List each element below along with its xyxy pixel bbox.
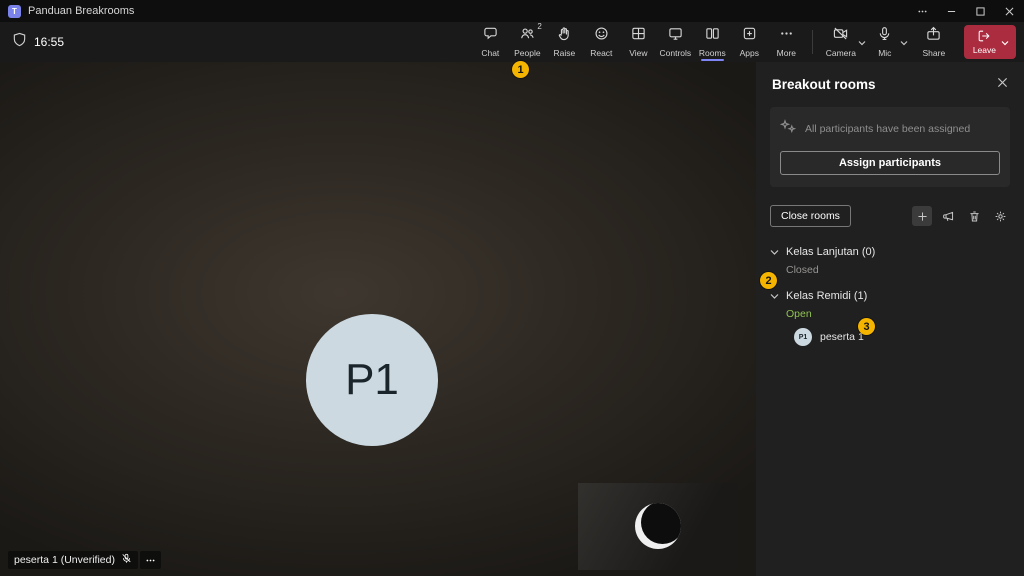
toolbar-chat-button[interactable]: Chat [472,22,509,62]
chat-label: Chat [481,48,500,59]
rooms-label: Rooms [698,48,726,59]
apps-label: Apps [739,48,760,59]
participant-mini-avatar: P1 [794,328,812,346]
view-grid-icon [631,26,646,46]
leave-icon [979,30,990,42]
minimize-button[interactable] [937,0,966,22]
window-title: Panduan Breakrooms [28,5,135,17]
meeting-stage: P1 peserta 1 (Unverified) [0,62,756,576]
breakout-rooms-panel: Breakout rooms All participants have bee… [756,62,1024,576]
add-room-icon[interactable] [912,206,932,226]
mic-label: Mic [878,48,892,59]
annotation-badge-1: 1 [512,61,529,78]
panel-title: Breakout rooms [772,76,876,92]
announcement-icon[interactable] [938,206,958,226]
close-button[interactable] [995,0,1024,22]
people-label: People [514,48,541,59]
maximize-button[interactable] [966,0,995,22]
room-name: Kelas Lanjutan (0) [786,246,876,258]
toolbar-divider [811,30,813,54]
share-screen-icon [926,26,941,46]
toolbar-share-button[interactable]: Share [914,22,954,62]
participant-nameplate: peserta 1 (Unverified) [8,551,161,569]
teams-meeting-window: T Panduan Breakrooms 16:55 Chat 2 People… [0,0,1024,576]
nameplate-label: peserta 1 (Unverified) [14,554,115,566]
participant-avatar: P1 [306,314,438,446]
settings-gear-icon[interactable] [990,206,1010,226]
more-ellipsis-icon [779,26,794,46]
selfview-tile[interactable] [578,483,738,570]
breakout-rooms-icon [705,26,720,46]
raise-label: Raise [553,48,576,59]
controls-monitor-icon [668,26,683,46]
toolbar-people-button[interactable]: 2 People [509,22,546,62]
titlebar: T Panduan Breakrooms [0,0,1024,22]
toolbar-rooms-button[interactable]: Rooms [694,22,731,62]
leave-button[interactable]: Leave [963,25,1016,59]
assign-participants-button[interactable]: Assign participants [780,151,1000,175]
annotation-badge-2: 2 [760,272,777,289]
toolbar-raise-button[interactable]: Raise [546,22,583,62]
mic-chevron-down-icon[interactable] [900,33,908,51]
room-name: Kelas Remidi (1) [786,290,868,302]
apps-plus-icon [742,26,757,46]
close-rooms-button[interactable]: Close rooms [770,205,851,227]
room-status: Closed [786,264,819,276]
panel-close-icon[interactable] [997,75,1008,93]
camera-off-icon [833,26,848,46]
chevron-down-icon[interactable] [770,287,779,305]
toolbar-more-button[interactable]: More [768,22,805,62]
more-label: More [776,48,797,59]
toolbar-react-button[interactable]: React [583,22,620,62]
toolbar-mic-button[interactable]: Mic [870,22,908,62]
leave-chevron-down-icon[interactable] [1001,33,1009,51]
assigned-message: All participants have been assigned [805,122,971,135]
delete-icon[interactable] [964,206,984,226]
toolbar-controls-button[interactable]: Controls [657,22,694,62]
mic-muted-icon [121,553,132,567]
assignment-card: All participants have been assigned Assi… [770,107,1010,187]
room-item-kelas-lanjutan[interactable]: Kelas Lanjutan (0) Closed [770,243,1010,276]
room-status: Open [786,308,812,320]
share-label: Share [922,48,946,59]
room-item-kelas-remidi[interactable]: Kelas Remidi (1) Open P1 peserta 1 [770,287,1010,346]
annotation-badge-3: 3 [858,318,875,335]
selfview-avatar [635,503,681,549]
camera-label: Camera [825,48,856,59]
chevron-down-icon[interactable] [770,243,779,261]
teams-icon: T [8,4,21,18]
meeting-toolbar: 16:55 Chat 2 People Raise React View Con… [0,22,1024,62]
people-count-badge: 2 [537,22,542,32]
chat-icon [483,26,498,46]
meeting-timer: 16:55 [34,35,65,49]
room-participant-row[interactable]: P1 peserta 1 [794,328,1010,346]
shield-icon [12,32,27,52]
room-list: Kelas Lanjutan (0) Closed Kelas Remidi (… [770,243,1010,346]
nameplate-more-button[interactable] [139,551,161,569]
mic-icon [877,26,892,46]
view-label: View [629,48,648,59]
raise-hand-icon [557,26,572,46]
react-label: React [590,48,613,59]
react-smiley-icon [594,26,609,46]
controls-label: Controls [659,48,692,59]
sparkle-icon [779,119,797,138]
leave-label: Leave [972,45,996,56]
toolbar-camera-button[interactable]: Camera [824,22,866,62]
people-icon: 2 [520,22,542,46]
titlebar-more-icon[interactable] [908,0,937,22]
participant-name: peserta 1 [820,331,864,343]
toolbar-view-button[interactable]: View [620,22,657,62]
camera-chevron-down-icon[interactable] [858,33,866,51]
toolbar-apps-button[interactable]: Apps [731,22,768,62]
